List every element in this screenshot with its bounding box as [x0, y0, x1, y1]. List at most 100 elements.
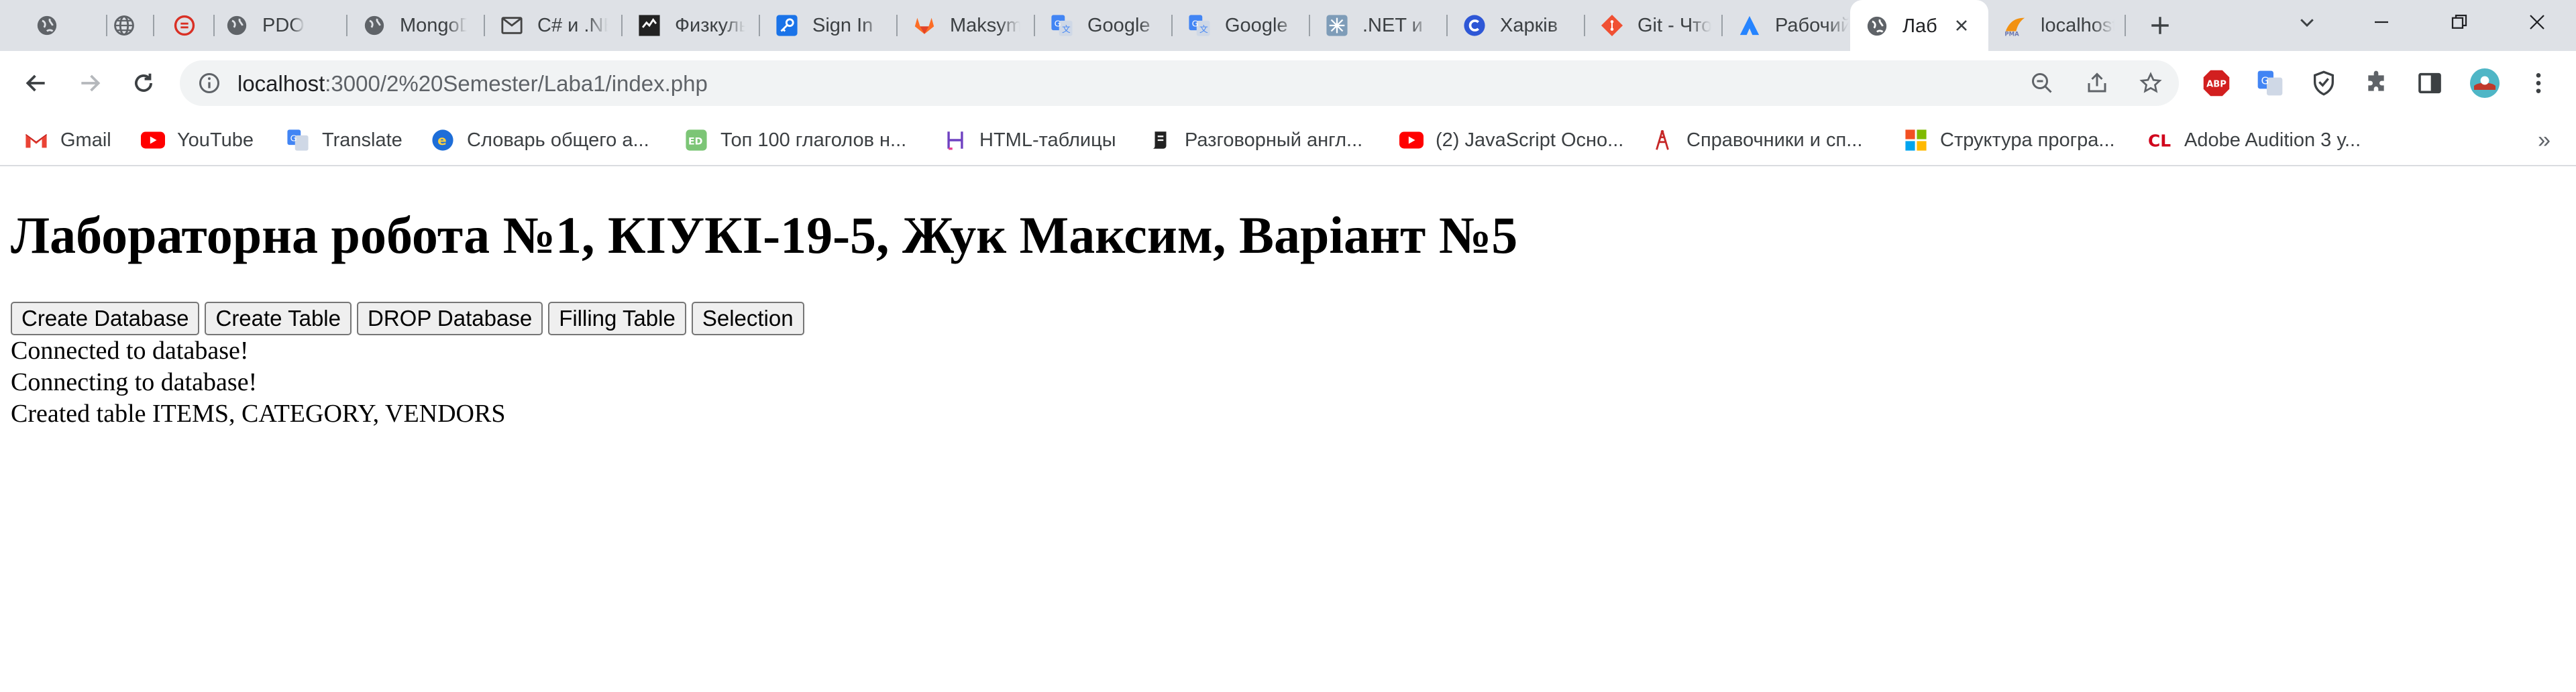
- status-message: Connected to database!: [11, 337, 249, 365]
- key-icon: [775, 13, 799, 38]
- side-panel-icon[interactable]: [2414, 67, 2446, 99]
- extensions-puzzle-icon[interactable]: [2360, 67, 2392, 99]
- tab-3[interactable]: [158, 0, 215, 51]
- tab-16-active[interactable]: Лаб: [1850, 0, 1988, 52]
- close-window-button[interactable]: [2506, 0, 2568, 44]
- svg-text:G: G: [1055, 19, 1061, 29]
- shield-icon[interactable]: [2308, 67, 2340, 99]
- tab-17[interactable]: PMA localhost: [1988, 0, 2126, 51]
- tab-strip: PDO MongoDB C# и .NET Физкультура Sign I…: [0, 0, 2576, 52]
- svg-text:PMA: PMA: [2004, 32, 2019, 37]
- profile-avatar[interactable]: [2469, 67, 2501, 99]
- globe-icon: [225, 13, 249, 38]
- tab-12[interactable]: .NET и: [1310, 0, 1448, 51]
- globe-icon: [35, 13, 59, 38]
- c-logo-icon: [1462, 13, 1487, 38]
- page-title: Лабораторна робота №1, КІУКІ-19-5, Жук М…: [11, 206, 1518, 264]
- tab-5[interactable]: MongoDB: [347, 0, 485, 51]
- share-icon[interactable]: [2084, 70, 2110, 97]
- status-messages: Connected to database! Connecting to dat…: [11, 335, 505, 430]
- drop-database-button[interactable]: DROP Database: [357, 302, 543, 335]
- bookmark-references[interactable]: Справочники и сп...: [1650, 125, 1862, 156]
- fitness-icon: [637, 13, 661, 38]
- tab-7[interactable]: Физкультура: [623, 0, 760, 51]
- bookmarks-bar: Gmail YouTube G Translate e Словарь обще…: [0, 115, 2576, 166]
- forward-button[interactable]: [72, 66, 107, 101]
- url-path: :3000/2%20Semester/Laba1/index.php: [325, 71, 708, 96]
- bookmark-youtube[interactable]: YouTube: [141, 125, 254, 156]
- tab-15[interactable]: Рабочий: [1723, 0, 1860, 51]
- git-icon: [1600, 13, 1624, 38]
- close-tab-icon[interactable]: [1951, 15, 1972, 36]
- e-icon: e: [431, 128, 455, 152]
- gmail-icon: [24, 128, 48, 152]
- svg-text:e: e: [437, 133, 446, 148]
- chrome-menu-icon[interactable]: [2522, 67, 2555, 99]
- google-translate-extension-icon[interactable]: G: [2254, 67, 2286, 99]
- bookmark-adobe-audition[interactable]: CL Adobe Audition 3 у...: [2148, 125, 2361, 156]
- bookmark-html-tables[interactable]: HTML-таблицы: [943, 125, 1116, 156]
- tab-4[interactable]: PDO: [210, 0, 347, 51]
- microsoft-icon: [1904, 128, 1928, 152]
- tab-8[interactable]: Sign In: [760, 0, 898, 51]
- ed-icon: ED: [684, 128, 708, 152]
- back-button[interactable]: [19, 66, 54, 101]
- svg-text:CL: CL: [2148, 131, 2171, 151]
- bookmark-translate[interactable]: G Translate: [286, 125, 402, 156]
- globe-icon: [1865, 14, 1889, 38]
- html-icon: [943, 128, 967, 152]
- tab-14[interactable]: Git - Что: [1585, 0, 1723, 51]
- zoom-icon[interactable]: [2029, 70, 2055, 97]
- bookmark-program-structure[interactable]: Структура програ...: [1904, 125, 2115, 156]
- svg-text:G: G: [2261, 75, 2269, 87]
- minimize-button[interactable]: [2351, 0, 2412, 44]
- tab-2[interactable]: [97, 0, 154, 51]
- filling-table-button[interactable]: Filling Table: [548, 302, 686, 335]
- tab-6[interactable]: C# и .NET: [485, 0, 623, 51]
- tab-1[interactable]: [20, 0, 107, 51]
- status-message: Connecting to database!: [11, 368, 258, 396]
- page-content: Лабораторна робота №1, КІУКІ-19-5, Жук М…: [0, 168, 2576, 692]
- svg-text:文: 文: [1062, 25, 1071, 35]
- youtube-icon: [141, 128, 165, 152]
- bookmark-javascript[interactable]: (2) JavaScript Осно...: [1399, 125, 1623, 156]
- tab-10[interactable]: G文 Google: [1035, 0, 1173, 51]
- browser-toolbar: localhost:3000/2%20Semester/Laba1/index.…: [0, 51, 2576, 115]
- bookmark-dictionary[interactable]: e Словарь общего а...: [431, 125, 649, 156]
- bookmark-spoken-english[interactable]: Разговорный англ...: [1148, 125, 1362, 156]
- site-info-icon[interactable]: [197, 71, 221, 95]
- gmail-icon: [500, 13, 524, 38]
- url-text[interactable]: localhost:3000/2%20Semester/Laba1/index.…: [237, 71, 708, 97]
- tab-search-button[interactable]: [2276, 0, 2338, 44]
- globe-icon: [112, 13, 136, 38]
- selection-button[interactable]: Selection: [691, 302, 804, 335]
- youtube-icon: [1399, 128, 1424, 152]
- bookmark-gmail[interactable]: Gmail: [24, 125, 111, 156]
- tab-11[interactable]: G文 Google: [1173, 0, 1310, 51]
- svg-text:ED: ED: [688, 136, 703, 147]
- svg-text:文: 文: [1199, 25, 1208, 35]
- reload-button[interactable]: [126, 66, 161, 101]
- tower-icon: [1650, 128, 1674, 152]
- tab-9[interactable]: Maksym: [898, 0, 1035, 51]
- bookmark-star-icon[interactable]: [2137, 70, 2164, 97]
- svg-text:G: G: [1192, 19, 1199, 29]
- create-table-button[interactable]: Create Table: [205, 302, 352, 335]
- adblock-plus-icon[interactable]: ABP: [2200, 67, 2233, 99]
- new-tab-button[interactable]: [2144, 9, 2176, 42]
- bookmark-top-verbs[interactable]: ED Топ 100 глаголов н...: [684, 125, 906, 156]
- scroll-icon: [1148, 128, 1173, 152]
- google-translate-icon: G文: [1050, 13, 1074, 38]
- tab-13[interactable]: Харків: [1448, 0, 1585, 51]
- atlassian-icon: [1737, 13, 1762, 38]
- url-host: localhost: [237, 71, 325, 96]
- svg-text:G: G: [290, 133, 297, 143]
- address-bar[interactable]: localhost:3000/2%20Semester/Laba1/index.…: [180, 60, 2179, 106]
- more-bookmarks-icon[interactable]: »: [2538, 127, 2551, 154]
- create-database-button[interactable]: Create Database: [11, 302, 200, 335]
- no-entry-icon: [172, 13, 197, 38]
- google-translate-icon: G文: [1187, 13, 1212, 38]
- dotnet-icon: [1325, 13, 1349, 38]
- restore-button[interactable]: [2428, 0, 2490, 44]
- svg-text:ABP: ABP: [2206, 79, 2226, 89]
